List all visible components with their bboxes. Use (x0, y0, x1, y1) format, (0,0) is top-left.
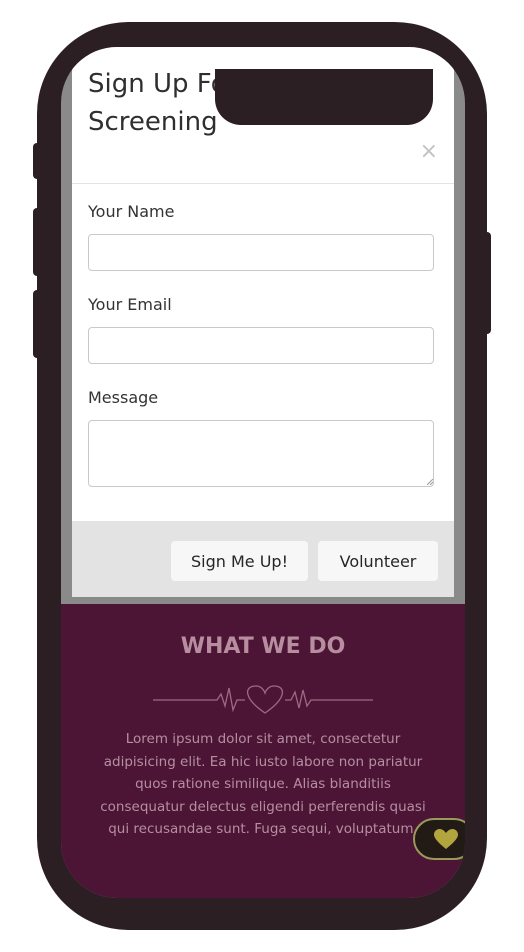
heartbeat-heart-icon (153, 685, 373, 714)
signup-modal: Sign Up For Ongoing Screening × Your Nam… (72, 47, 454, 597)
name-input[interactable] (88, 234, 434, 271)
message-textarea[interactable] (88, 420, 434, 487)
what-we-do-section: WHAT WE DO Lorem ipsum dolor sit amet, c… (61, 604, 465, 898)
section-description: Lorem ipsum dolor sit amet, consectetur … (100, 731, 426, 837)
mute-switch (33, 143, 41, 179)
phone-notch (215, 69, 433, 125)
resize-handle-icon[interactable] (427, 479, 433, 485)
message-label: Message (88, 388, 159, 407)
name-label: Your Name (88, 202, 175, 221)
volunteer-button[interactable]: Volunteer (318, 541, 438, 581)
email-input[interactable] (88, 327, 434, 364)
close-icon[interactable]: × (420, 139, 438, 164)
heart-icon (434, 829, 458, 849)
modal-footer: Sign Me Up! Volunteer (72, 521, 454, 597)
sign-me-up-button[interactable]: Sign Me Up! (171, 541, 308, 581)
volume-up-button (33, 208, 41, 276)
volume-down-button (33, 290, 41, 358)
section-title: WHAT WE DO (180, 634, 346, 659)
email-label: Your Email (88, 295, 172, 314)
floating-heart-button[interactable] (413, 818, 465, 860)
power-button (483, 232, 491, 334)
phone-screen: WHAT WE DO Lorem ipsum dolor sit amet, c… (61, 47, 465, 898)
